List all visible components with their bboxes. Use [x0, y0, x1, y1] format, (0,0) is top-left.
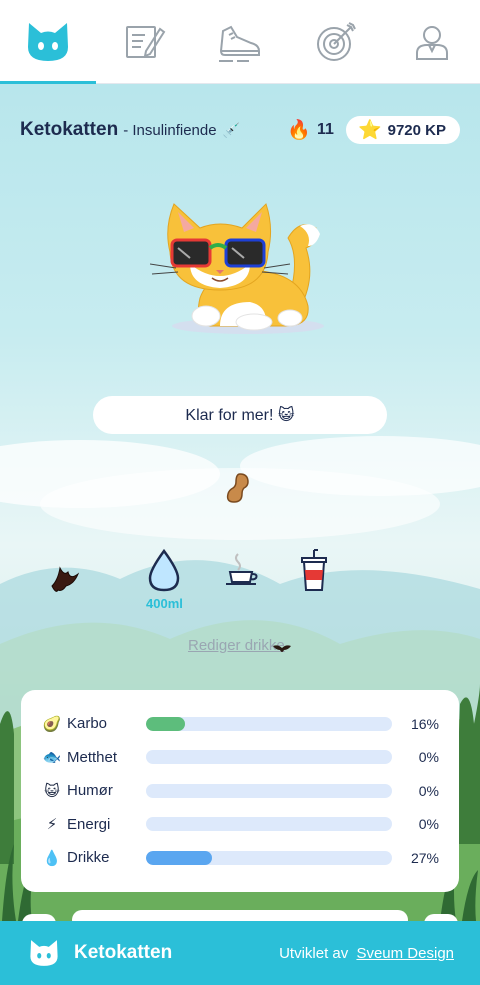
- footer-credit-text: Utviklet av: [279, 944, 349, 962]
- cat-emoji-icon: 😺: [44, 782, 60, 800]
- stat-percent: 16%: [410, 715, 439, 732]
- tab-activity[interactable]: [192, 0, 288, 83]
- stat-bar: [146, 850, 392, 865]
- peanut-icon[interactable]: [222, 472, 254, 504]
- stats-card: 🥑 Karbo 16% 🐟 Metthet 0% 😺 Humør 0% ⚡ Energi 0% 💧 Dri…: [21, 690, 459, 892]
- footer-credit: Utviklet av Sveum Design: [279, 945, 454, 962]
- cat-header: Ketokatten - Insulinfiende 💉 🔥 11 ⭐ 9720…: [20, 114, 460, 146]
- tab-goals[interactable]: [288, 0, 384, 83]
- stat-bar: [146, 783, 392, 798]
- tab-diary[interactable]: [96, 0, 192, 83]
- coffee-drink-button[interactable]: [224, 552, 260, 586]
- tab-cat[interactable]: [0, 0, 96, 84]
- stat-row: 💧 Drikke 27%: [41, 841, 439, 875]
- stat-bar: [146, 750, 392, 765]
- syringe-icon: 💉: [222, 121, 241, 138]
- stat-percent: 0%: [418, 782, 439, 799]
- stat-row: 😺 Humør 0%: [41, 774, 439, 808]
- sneaker-icon: [219, 25, 260, 62]
- stat-label: Humør: [67, 782, 113, 800]
- stat-row: 🐟 Metthet 0%: [41, 741, 439, 775]
- lightning-icon: ⚡: [46, 816, 58, 834]
- streak-counter: 🔥 11: [287, 118, 334, 142]
- stat-label: Energi: [67, 815, 111, 833]
- streak-value: 11: [317, 121, 334, 138]
- cat-speech-bubble: Klar for mer! 😺: [93, 396, 387, 434]
- stat-percent: 0%: [418, 749, 439, 766]
- stat-label: Metthet: [67, 748, 118, 766]
- fire-icon: 🔥: [287, 120, 312, 141]
- stat-bar: [146, 817, 392, 832]
- avocado-icon: 🥑: [42, 715, 62, 733]
- cat-face-icon: [28, 22, 68, 61]
- star-icon: ⭐: [357, 120, 382, 141]
- footer-credit-link[interactable]: Sveum Design: [356, 945, 454, 962]
- stat-percent: 27%: [410, 849, 439, 866]
- tab-profile[interactable]: [384, 0, 480, 83]
- water-drop-icon: [149, 548, 180, 592]
- soda-drink-button[interactable]: [298, 548, 330, 592]
- stat-label: Karbo: [67, 715, 108, 733]
- kp-value: 9720 KP: [387, 121, 446, 139]
- footer-app-name: Ketokatten: [74, 942, 173, 963]
- water-amount: 400ml: [146, 596, 183, 611]
- stat-row: ⚡ Energi 0%: [41, 808, 439, 842]
- notepad-pencil-icon: [126, 25, 166, 58]
- stat-label: Drikke: [67, 849, 110, 867]
- water-drop-icon: 💧: [42, 849, 62, 867]
- target-icon: [317, 21, 356, 61]
- bat-icon: [51, 566, 80, 592]
- cat-face-icon: [30, 940, 58, 966]
- cat-name: Ketokatten: [20, 119, 119, 140]
- cat-mascot[interactable]: [150, 198, 340, 338]
- kp-badge[interactable]: ⭐ 9720 KP: [345, 116, 460, 144]
- stat-row: 🥑 Karbo 16%: [41, 707, 439, 741]
- cat-title: - Insulinfiende: [123, 121, 217, 139]
- soda-cup-icon: [301, 549, 327, 591]
- stat-percent: 0%: [418, 816, 439, 833]
- stat-bar: [146, 716, 392, 731]
- user-profile-icon: [416, 25, 448, 60]
- footer: Ketokatten Utviklet av Sveum Design: [0, 921, 480, 985]
- top-nav: [0, 0, 480, 84]
- coffee-cup-icon: [226, 553, 258, 585]
- edit-drinks-link[interactable]: Rediger drikke: [188, 637, 285, 654]
- fish-icon: 🐟: [42, 749, 62, 767]
- stat-bar-fill: [146, 850, 213, 865]
- stat-bar-fill: [146, 716, 186, 731]
- bat-icon: [273, 645, 291, 652]
- water-drink-button[interactable]: 400ml: [146, 548, 183, 611]
